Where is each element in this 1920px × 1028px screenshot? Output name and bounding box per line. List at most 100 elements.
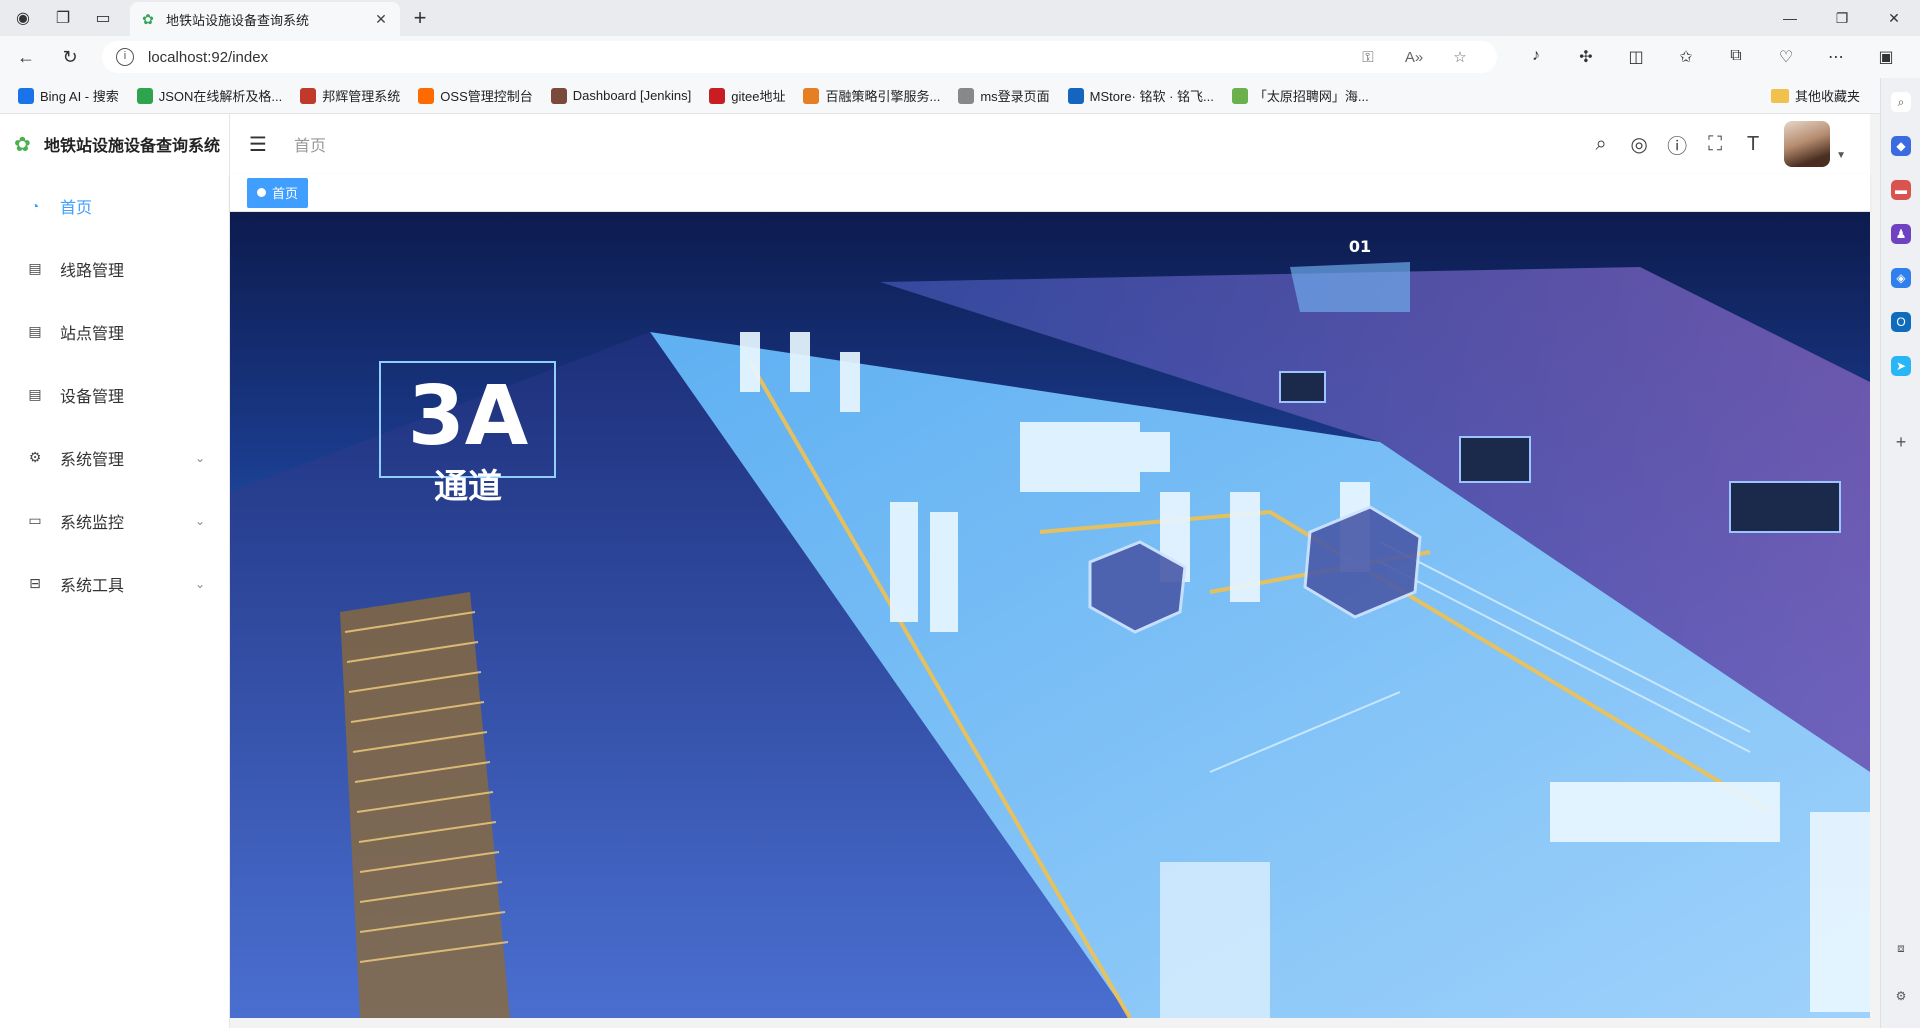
bookmark-item[interactable]: Dashboard [Jenkins] (550, 87, 691, 104)
bookmark-favicon-icon (136, 87, 153, 104)
gate-label-text: 通道 (434, 467, 502, 507)
dashboard-icon: ◔ (30, 197, 40, 214)
area-number-text: 01 (1349, 237, 1371, 256)
other-bookmarks-label: 其他收藏夹 (1794, 89, 1860, 104)
bookmark-label: OSS管理控制台 (440, 89, 533, 104)
close-tab-icon[interactable]: ✕ (372, 11, 390, 28)
bookmark-favicon-icon (1067, 87, 1084, 104)
toolbox-icon[interactable]: ▬ (1891, 180, 1911, 200)
search-icon[interactable]: ⌕ (1891, 92, 1911, 112)
window-controls: — ❐ ✕ (1764, 0, 1920, 36)
favorites-icon[interactable]: ✩ (1661, 47, 1711, 67)
bookmark-item[interactable]: 邦辉管理系统 (300, 86, 400, 105)
minimize-icon[interactable]: — (1764, 0, 1816, 36)
bookmark-favicon-icon (418, 87, 435, 104)
tag-icon[interactable]: ◆ (1891, 136, 1911, 156)
split-screen-icon[interactable]: ◫ (1611, 47, 1661, 67)
menu-toggle-icon[interactable]: ☰ (230, 132, 286, 157)
workspaces-icon[interactable]: ❐ (46, 1, 80, 35)
bookmark-item[interactable]: ms登录页面 (958, 86, 1050, 105)
browser-toolbar-icons: ♪ ✣ ◫ ✩ ⧉ ♡ ⋯ ▣ (1511, 47, 1911, 67)
sidebar-item-5[interactable]: ⚙ 系统管理 ⌄ (0, 426, 229, 489)
caret-down-icon[interactable]: ▼ (1836, 150, 1846, 161)
browser-tab[interactable]: ✿ 地铁站设施设备查询系统 ✕ (130, 2, 400, 36)
sidebar-item-label: 设备管理 (60, 388, 125, 406)
site-info-icon[interactable]: i (116, 48, 134, 66)
profile-icon[interactable]: ◉ (6, 1, 40, 35)
bookmark-item[interactable]: 「太原招聘网」海... (1231, 86, 1369, 105)
address-input[interactable]: i localhost:92/index ⚿ A» ☆ (102, 41, 1497, 73)
fullscreen-icon[interactable]: ⛶ (1696, 133, 1734, 156)
favorite-star-icon[interactable]: ☆ (1437, 48, 1483, 66)
bookmarks-bar: Bing AI - 搜索 JSON在线解析及格... 邦辉管理系统 OSS管理控制台 D… (0, 78, 1880, 114)
document-icon: ▤ (28, 323, 42, 339)
outlook-icon[interactable]: O (1891, 312, 1911, 332)
bookmark-favicon-icon (803, 87, 820, 104)
sidebar-item-4[interactable]: ▤ 设备管理 (0, 363, 229, 426)
navbar-actions: ⌕ ◎ ⓘ ⛶ T ▼ (1582, 114, 1846, 174)
settings-gear-icon[interactable]: ⚙ (1891, 986, 1911, 1006)
health-icon[interactable]: ♡ (1761, 47, 1811, 67)
breadcrumb[interactable]: 首页 (294, 132, 326, 156)
tab-actions-icon[interactable]: ▭ (86, 1, 120, 35)
restore-icon[interactable]: ❐ (1816, 0, 1868, 36)
chess-icon[interactable]: ♟ (1891, 224, 1911, 244)
folder-icon (1770, 88, 1789, 103)
send-icon[interactable]: ➤ (1891, 356, 1911, 376)
bookmark-item[interactable]: MStore· 铭软 · 铭飞... (1067, 86, 1214, 105)
bookmark-favicon-icon (709, 87, 726, 104)
copilot-icon[interactable]: ◈ (1891, 268, 1911, 288)
tag-home[interactable]: 首页 (247, 177, 309, 208)
sidebar-item-label: 站点管理 (60, 325, 125, 343)
sidebar-item-2[interactable]: ▤ 线路管理 (0, 237, 229, 300)
url-text: localhost:92/index (148, 48, 269, 66)
extensions-icon[interactable]: ✣ (1561, 47, 1611, 67)
leaf-logo-icon: ✿ (14, 133, 31, 156)
refresh-icon[interactable]: ↻ (52, 39, 88, 75)
document-icon: ▤ (28, 260, 42, 276)
bookmark-label: MStore· 铭软 · 铭飞... (1089, 89, 1214, 104)
bookmark-label: Bing AI - 搜索 (40, 89, 119, 104)
read-aloud-icon[interactable]: A» (1391, 49, 1437, 66)
collections-icon[interactable]: ⧉ (1711, 47, 1761, 67)
new-tab-button[interactable]: + (404, 2, 436, 34)
avatar[interactable] (1784, 121, 1831, 167)
screenshot-icon[interactable]: ⧈ (1891, 938, 1911, 958)
sidebar-menu: ◔ 首页 ▤ 线路管理 ▤ 站点管理 ▤ 设备管理 ⚙ 系统管理 ⌄ ▭ 系统监控 ⌄ ⊟ 系统工具 ⌄ (0, 174, 229, 615)
bookmark-favicon-icon (300, 87, 317, 104)
bookmark-item[interactable]: Bing AI - 搜索 (18, 86, 119, 105)
back-icon[interactable]: ← (8, 39, 44, 75)
bookmark-item[interactable]: gitee地址 (709, 86, 785, 105)
app-title: 地铁站设施设备查询系统 (44, 138, 221, 155)
app-navbar: ☰ 首页 ⌕ ◎ ⓘ ⛶ T ▼ (230, 114, 1870, 174)
bookmark-item[interactable]: JSON在线解析及格... (136, 86, 282, 105)
sidebar-item-3[interactable]: ▤ 站点管理 (0, 300, 229, 363)
font-size-icon[interactable]: T (1734, 133, 1772, 156)
station-graphic: 3A 通道 01 (230, 237, 1870, 1018)
sidebar-item-label: 首页 (60, 199, 93, 217)
sidebar-toggle-icon[interactable]: ▣ (1861, 47, 1911, 67)
github-icon[interactable]: ◎ (1620, 132, 1658, 157)
bookmark-item[interactable]: OSS管理控制台 (418, 86, 533, 105)
help-icon[interactable]: ⓘ (1658, 130, 1696, 159)
more-icon[interactable]: ⋯ (1811, 47, 1861, 67)
close-window-icon[interactable]: ✕ (1868, 0, 1920, 36)
add-icon[interactable]: + (1891, 432, 1911, 452)
bookmark-label: ms登录页面 (980, 89, 1050, 104)
tab-title: 地铁站设施设备查询系统 (166, 12, 310, 28)
bookmark-item[interactable]: 百融策略引擎服务... (803, 86, 940, 105)
sidebar-item-7[interactable]: ⊟ 系统工具 ⌄ (0, 552, 229, 615)
bookmark-favicon-icon (958, 87, 975, 104)
edge-sidebar: ⌕ ◆ ▬ ♟ ◈ O ➤ + ⧈ ⚙ (1880, 78, 1920, 1028)
other-bookmarks[interactable]: 其他收藏夹 (1770, 86, 1860, 105)
monitor-icon: ▭ (28, 512, 42, 528)
sidebar-item-1[interactable]: ◔ 首页 (0, 174, 229, 237)
key-icon[interactable]: ⚿ (1345, 49, 1391, 66)
address-toolbar: ← ↻ i localhost:92/index ⚿ A» ☆ ♪ ✣ ◫ ✩ … (0, 36, 1920, 78)
chevron-down-icon: ⌄ (194, 513, 205, 528)
sidebar-item-6[interactable]: ▭ 系统监控 ⌄ (0, 489, 229, 552)
search-icon[interactable]: ⌕ (1582, 133, 1620, 156)
tiktok-icon[interactable]: ♪ (1511, 47, 1561, 67)
app-logo[interactable]: ✿ 地铁站设施设备查询系统 (0, 114, 229, 174)
tag-label: 首页 (272, 186, 299, 201)
